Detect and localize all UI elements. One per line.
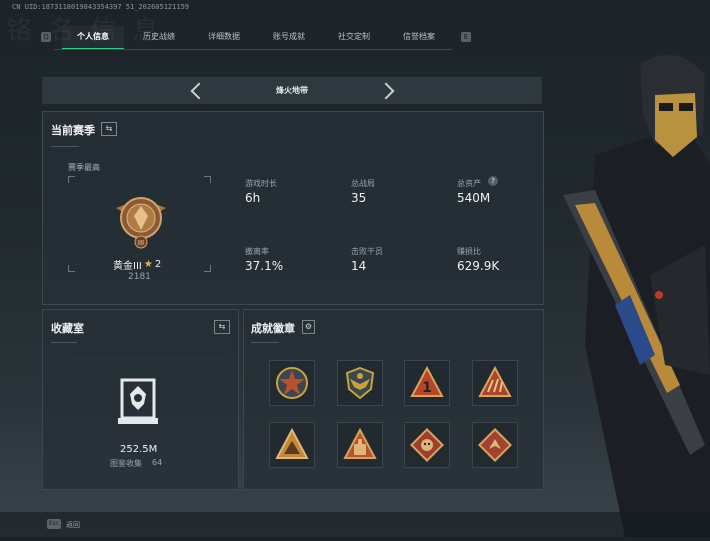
- number-one-badge-icon: 1: [410, 365, 444, 397]
- bottom-bar: [0, 512, 710, 537]
- divider: [51, 342, 77, 343]
- map-title: 烽火地带: [276, 86, 308, 95]
- tab-personal-info[interactable]: 个人信息: [62, 26, 124, 50]
- svg-text:III: III: [138, 239, 144, 247]
- rank-name-row: 黄金III ★ 2: [113, 257, 161, 272]
- tab-detailed-data[interactable]: 详细数据: [193, 26, 255, 48]
- beast-badge-1-icon: [410, 428, 444, 462]
- beast-badge-2-icon: [478, 428, 512, 462]
- svg-text:1: 1: [422, 380, 432, 396]
- badges-title: 成就徽章: [251, 322, 295, 335]
- divider: [72, 358, 222, 359]
- frame-corner: [204, 176, 211, 183]
- stat-label: 总资产: [457, 179, 481, 188]
- back-label[interactable]: 返回: [66, 520, 80, 530]
- collection-count-value: 64: [152, 458, 163, 467]
- badge-slot[interactable]: [337, 360, 383, 406]
- stat-value: 35: [351, 191, 367, 205]
- badge-slot[interactable]: [337, 422, 383, 468]
- help-icon[interactable]: ?: [488, 176, 498, 186]
- badge-slot[interactable]: [269, 422, 315, 468]
- stat-label: 击败干员: [351, 247, 383, 256]
- operator-character: [555, 45, 710, 537]
- divider: [251, 342, 279, 343]
- esc-key[interactable]: Esc: [47, 519, 61, 529]
- tab-next-key[interactable]: E: [461, 32, 471, 42]
- badge-slot[interactable]: [472, 360, 518, 406]
- tab-history[interactable]: 历史战绩: [128, 26, 190, 48]
- tab-credit[interactable]: 信誉档案: [388, 26, 450, 48]
- badge-slot[interactable]: [472, 422, 518, 468]
- stat-label: 撤离率: [245, 247, 269, 256]
- building-badge-icon: [343, 427, 377, 459]
- tab-social[interactable]: 社交定制: [323, 26, 385, 48]
- rank-stars: 2: [154, 259, 162, 270]
- eagle-shield-badge-icon: [345, 366, 375, 400]
- divider: [51, 146, 79, 147]
- season-best-label: 赛季最高: [68, 163, 100, 172]
- tab-prev-key[interactable]: Q: [41, 32, 51, 42]
- star-cross-badge-icon: [276, 367, 308, 399]
- gear-icon[interactable]: ⚙: [302, 320, 315, 334]
- stat-value: 14: [351, 259, 367, 273]
- star-icon: ★: [143, 259, 153, 270]
- rank-score: 2181: [128, 272, 151, 282]
- stat-value: 6h: [245, 191, 261, 205]
- collection-title: 收藏室: [51, 322, 84, 335]
- frame-corner: [68, 265, 75, 272]
- stat-value: 629.9K: [457, 259, 500, 273]
- mountain-triangle-badge-icon: [275, 427, 309, 459]
- badge-slot[interactable]: [269, 360, 315, 406]
- stat-label: 赚损比: [457, 247, 481, 256]
- season-title: 当前赛季: [51, 124, 95, 137]
- stat-value: 540M: [457, 191, 491, 205]
- frame-corner: [68, 176, 75, 183]
- collection-value: 252.5M: [120, 444, 158, 455]
- tab-divider: [54, 49, 452, 50]
- stat-label: 总战局: [351, 179, 375, 188]
- vault-icon: [116, 374, 160, 434]
- swap-icon[interactable]: ⇆: [214, 320, 230, 334]
- tab-achievements[interactable]: 账号成就: [258, 26, 320, 48]
- frame-corner: [204, 265, 211, 272]
- badge-slot[interactable]: [404, 422, 450, 468]
- stat-value: 37.1%: [245, 259, 284, 273]
- swap-icon[interactable]: ⇆: [101, 122, 117, 136]
- rank-emblem-icon: III: [108, 186, 174, 252]
- rank-name: 黄金III: [113, 261, 142, 272]
- collection-count-row: 图鉴收集 64: [110, 458, 162, 469]
- badge-slot[interactable]: 1: [404, 360, 450, 406]
- collection-count-label: 图鉴收集: [110, 459, 142, 468]
- claw-badge-icon: [478, 365, 512, 397]
- stat-label: 游戏时长: [245, 179, 277, 188]
